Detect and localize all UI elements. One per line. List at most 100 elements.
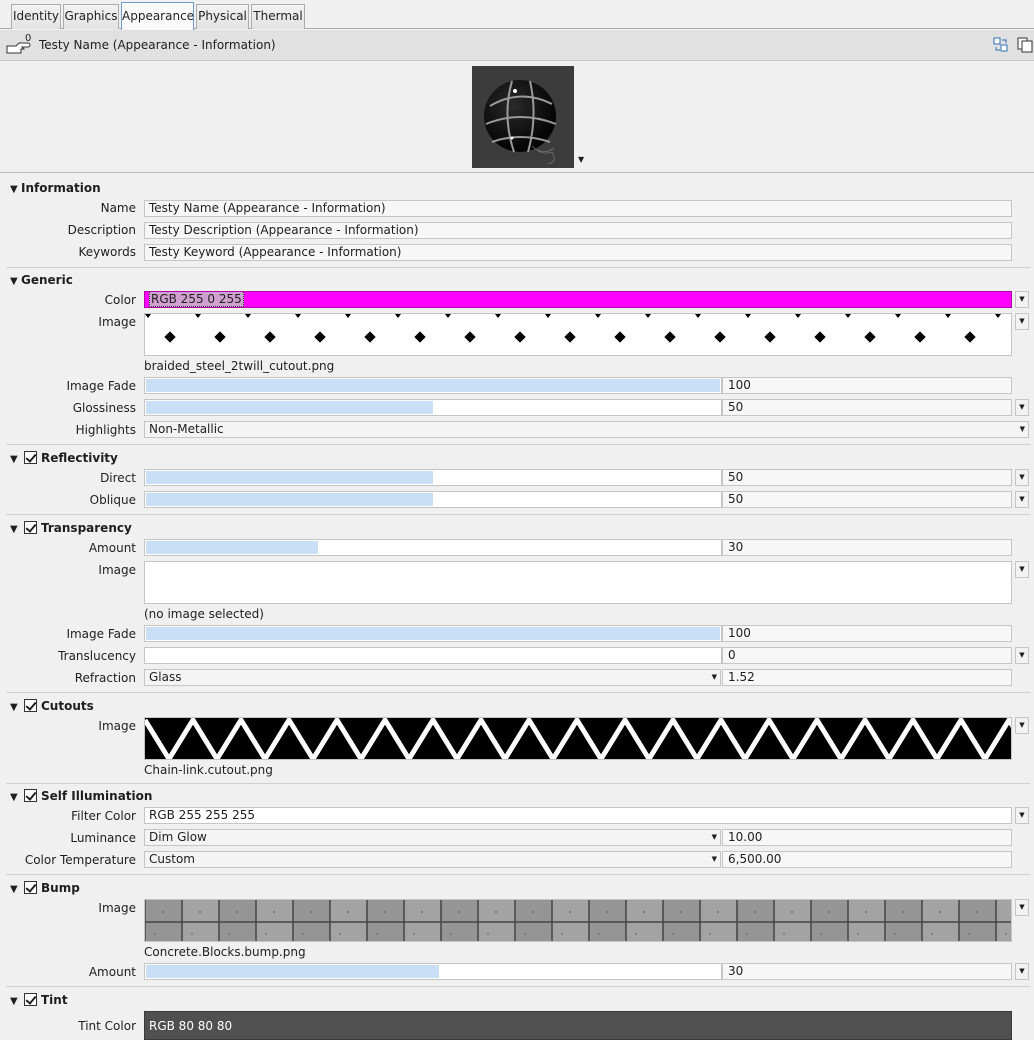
color-field[interactable]: RGB 255 0 255: [144, 291, 1012, 308]
keywords-label: Keywords: [78, 245, 136, 259]
refraction-label: Refraction: [74, 671, 136, 685]
cutouts-image-dropdown-icon[interactable]: ▼: [1015, 717, 1029, 734]
divider: [6, 986, 1030, 987]
transparency-image-label: Image: [98, 563, 136, 577]
divider: [6, 267, 1030, 268]
section-cutouts-header[interactable]: ▼: [10, 698, 21, 714]
collapse-triangle-icon: ▼: [10, 702, 18, 713]
color-temperature-label: Color Temperature: [24, 853, 136, 867]
cutouts-image-label: Image: [98, 719, 136, 733]
color-label: Color: [104, 293, 136, 307]
bump-image-preview[interactable]: [144, 899, 1012, 942]
translucency-dropdown-icon[interactable]: ▼: [1015, 647, 1029, 664]
luminance-number[interactable]: 10.00: [722, 829, 1012, 846]
section-self-illumination-header[interactable]: ▼: [10, 788, 21, 804]
oblique-dropdown-icon[interactable]: ▼: [1015, 491, 1029, 508]
preview-area: ▼: [0, 62, 1034, 173]
cutouts-image-preview[interactable]: [144, 717, 1012, 760]
tint-checkbox[interactable]: [24, 993, 37, 1006]
color-temperature-select[interactable]: Custom ▼: [144, 851, 721, 868]
section-bump-header[interactable]: ▼: [10, 880, 21, 896]
section-title: Reflectivity: [41, 451, 118, 465]
amount-label: Amount: [88, 541, 136, 555]
bump-image-dropdown-icon[interactable]: ▼: [1015, 899, 1029, 916]
name-field[interactable]: Testy Name (Appearance - Information): [144, 200, 1012, 217]
description-label: Description: [67, 223, 136, 237]
color-dropdown-icon[interactable]: ▼: [1015, 291, 1029, 308]
direct-label: Direct: [100, 471, 136, 485]
direct-value[interactable]: 50: [722, 469, 1012, 486]
section-information-header[interactable]: ▼ Information: [10, 180, 101, 196]
tab-physical[interactable]: Physical: [196, 4, 249, 29]
tab-graphics[interactable]: Graphics: [63, 4, 119, 29]
section-tint-header[interactable]: ▼: [10, 992, 21, 1008]
slider-fill: [146, 627, 720, 640]
glossiness-slider[interactable]: [144, 399, 722, 416]
transparency-image-dropdown-icon[interactable]: ▼: [1015, 561, 1029, 578]
refraction-number[interactable]: 1.52: [722, 669, 1012, 686]
transparency-image-filename: (no image selected): [144, 607, 264, 621]
copy-icon[interactable]: [1017, 37, 1033, 53]
slider-fill: [146, 379, 720, 392]
image-fade-slider[interactable]: [144, 377, 722, 394]
luminance-select[interactable]: Dim Glow ▼: [144, 829, 721, 846]
highlights-label: Highlights: [75, 423, 136, 437]
glossiness-dropdown-icon[interactable]: ▼: [1015, 399, 1029, 416]
filter-color-dropdown-icon[interactable]: ▼: [1015, 807, 1029, 824]
refraction-select[interactable]: Glass ▼: [144, 669, 721, 686]
image-fade-value[interactable]: 100: [722, 377, 1012, 394]
transparency-amount-slider[interactable]: [144, 539, 722, 556]
cutouts-checkbox[interactable]: [24, 699, 37, 712]
braided-pattern-graphic: [145, 314, 1001, 343]
swap-icon[interactable]: [993, 37, 1009, 53]
transparency-image-fade-value[interactable]: 100: [722, 625, 1012, 642]
highlights-select[interactable]: Non-Metallic ▼: [144, 421, 1029, 438]
oblique-value[interactable]: 50: [722, 491, 1012, 508]
image-label: Image: [98, 315, 136, 329]
tab-thermal[interactable]: Thermal: [251, 4, 305, 29]
divider: [6, 514, 1030, 515]
translucency-slider[interactable]: [144, 647, 722, 664]
generic-image-filename: braided_steel_2twill_cutout.png: [144, 359, 335, 373]
glossiness-value[interactable]: 50: [722, 399, 1012, 416]
bump-image-label: Image: [98, 901, 136, 915]
title-bar: 0 Testy Name (Appearance - Information): [0, 30, 1034, 61]
bump-amount-dropdown-icon[interactable]: ▼: [1015, 963, 1029, 980]
reflectivity-checkbox[interactable]: [24, 451, 37, 464]
self-illumination-checkbox[interactable]: [24, 789, 37, 802]
page-title: Testy Name (Appearance - Information): [39, 38, 276, 52]
section-title: Generic: [21, 273, 73, 287]
tab-appearance[interactable]: Appearance: [121, 2, 194, 30]
filter-color-field[interactable]: RGB 255 255 255: [144, 807, 1012, 824]
color-temperature-value: Custom: [149, 852, 195, 866]
transparency-image-preview[interactable]: [144, 561, 1012, 604]
section-reflectivity-header[interactable]: ▼: [10, 450, 21, 466]
tab-identity[interactable]: Identity: [11, 4, 61, 29]
preview-dropdown-icon[interactable]: ▼: [578, 155, 584, 164]
oblique-slider[interactable]: [144, 491, 722, 508]
collapse-triangle-icon: ▼: [10, 996, 18, 1007]
description-field[interactable]: Testy Description (Appearance - Informat…: [144, 222, 1012, 239]
section-generic-header[interactable]: ▼ Generic: [10, 272, 73, 288]
divider: [6, 874, 1030, 875]
transparency-image-fade-slider[interactable]: [144, 625, 722, 642]
bump-amount-value[interactable]: 30: [722, 963, 1012, 980]
keywords-field[interactable]: Testy Keyword (Appearance - Information): [144, 244, 1012, 261]
transparency-checkbox[interactable]: [24, 521, 37, 534]
tint-color-field[interactable]: RGB 80 80 80: [144, 1011, 1012, 1040]
direct-dropdown-icon[interactable]: ▼: [1015, 469, 1029, 486]
color-temperature-number[interactable]: 6,500.00: [722, 851, 1012, 868]
direct-slider[interactable]: [144, 469, 722, 486]
transparency-amount-value[interactable]: 30: [722, 539, 1012, 556]
oblique-label: Oblique: [89, 493, 136, 507]
section-transparency-header[interactable]: ▼: [10, 520, 21, 536]
translucency-value[interactable]: 0: [722, 647, 1012, 664]
material-preview-image[interactable]: [472, 66, 574, 168]
section-title: Bump: [41, 881, 80, 895]
bump-checkbox[interactable]: [24, 881, 37, 894]
generic-image-dropdown-icon[interactable]: ▼: [1015, 313, 1029, 330]
bump-amount-slider[interactable]: [144, 963, 722, 980]
highlights-value: Non-Metallic: [149, 422, 224, 436]
generic-image-preview[interactable]: [144, 313, 1012, 356]
chevron-down-icon: ▼: [711, 673, 717, 681]
